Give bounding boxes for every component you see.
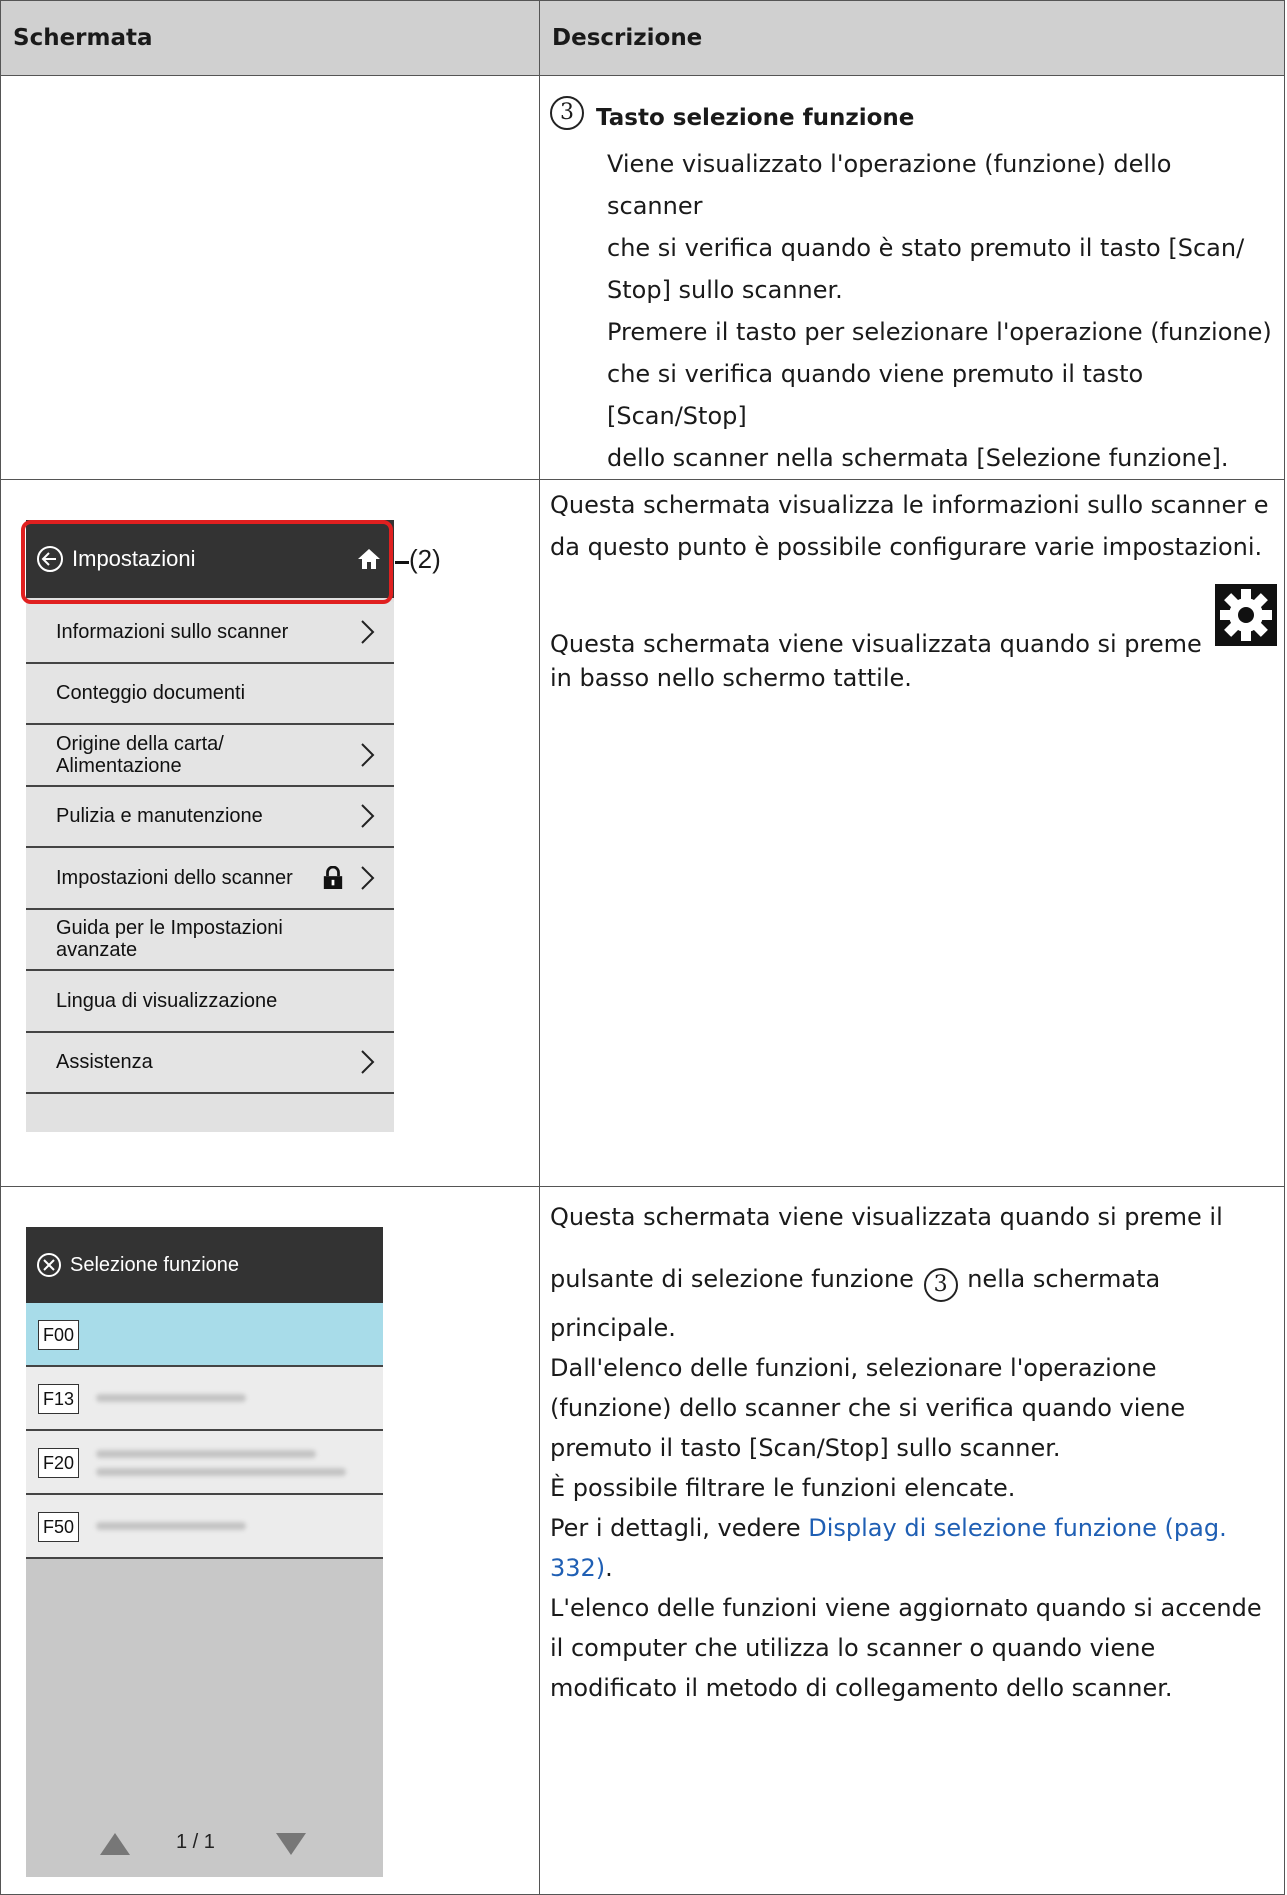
callout-label: (2) (409, 544, 441, 574)
text-line: Dall'elenco delle funzioni, selezionare … (550, 1354, 1157, 1382)
settings-menu-item[interactable]: Pulizia e manutenzione (26, 786, 394, 848)
circle-three-icon: 3 (550, 96, 584, 130)
function-selection-screen: Selezione funzione F00 F13 F20 F50 1 / 1 (26, 1227, 383, 1877)
settings-menu-item[interactable]: Guida per le Impostazioni avanzate (26, 909, 394, 971)
text-line: premuto il tasto [Scan/Stop] sullo scann… (550, 1434, 1061, 1462)
settings-menu-item[interactable]: Lingua di visualizzazione (26, 971, 394, 1033)
settings-menu-label: Informazioni sullo scanner (56, 620, 289, 643)
screen-cell-function-selection: Selezione funzione F00 F13 F20 F50 1 / 1 (0, 1186, 540, 1895)
text-line: Premere il tasto per selezionare l'opera… (607, 318, 1272, 346)
table-row: Selezione funzione F00 F13 F20 F50 1 / 1… (0, 1186, 1285, 1895)
text-line: Stop] sullo scanner. (607, 276, 843, 304)
chevron-right-icon (361, 1050, 375, 1074)
blurred-function-name (96, 1522, 246, 1530)
text-span: pulsante di selezione funzione (550, 1265, 914, 1293)
chevron-right-icon (361, 804, 375, 828)
function-header: Selezione funzione (26, 1227, 383, 1303)
settings-screen: Impostazioni Informazioni sullo scanner C… (26, 520, 394, 1132)
function-code: F50 (38, 1512, 80, 1542)
text-line: da questo punto è possibile configurare … (550, 533, 1263, 561)
text-span: Questa schermata viene visualizzata quan… (550, 630, 1202, 658)
close-icon[interactable] (36, 1252, 62, 1278)
chevron-right-icon (361, 743, 375, 767)
description-cell: Questa schermata visualizza le informazi… (539, 479, 1285, 1187)
settings-menu-label: Impostazioni dello scanner (56, 866, 293, 889)
settings-menu-item[interactable]: Conteggio documenti (26, 663, 394, 725)
column-header-description: Descrizione (539, 0, 1285, 76)
chevron-right-icon (361, 620, 375, 644)
settings-menu-label: Origine della carta/ Alimentazione (56, 732, 224, 777)
text-line: 332). (550, 1548, 1272, 1588)
page-down-icon[interactable] (274, 1831, 308, 1857)
page-up-icon[interactable] (98, 1831, 132, 1857)
function-selection-link-page[interactable]: 332) (550, 1554, 605, 1582)
screen-cell-settings: Impostazioni Informazioni sullo scanner C… (0, 479, 540, 1187)
text-line: dello scanner nella schermata [Selezione… (607, 444, 1229, 472)
text-span: nella schermata (967, 1265, 1161, 1293)
description-cell: Questa schermata viene visualizzata quan… (539, 1186, 1285, 1895)
text-line: principale. (550, 1314, 676, 1342)
text-span: . (605, 1554, 613, 1582)
function-item[interactable]: F13 (26, 1367, 383, 1431)
table-row: 3 Tasto selezione funzione Viene visuali… (0, 75, 1285, 480)
page-indicator: 1 / 1 (176, 1831, 215, 1853)
settings-menu-item[interactable]: Informazioni sullo scanner (26, 602, 394, 664)
callout-highlight (21, 520, 393, 604)
function-code: F13 (38, 1384, 80, 1414)
column-header-screen: Schermata (0, 0, 540, 76)
blurred-function-name (96, 1450, 316, 1458)
function-item[interactable]: F20 (26, 1431, 383, 1495)
callout-line (395, 561, 409, 564)
gear-icon (1215, 584, 1278, 646)
text-line: pulsante di selezione funzione 3 nella s… (550, 1259, 1272, 1302)
settings-menu-item[interactable]: Assistenza (26, 1032, 394, 1094)
text-line: che si verifica quando viene premuto il … (607, 360, 1144, 430)
text-line: (funzione) dello scanner che si verifica… (550, 1394, 1186, 1422)
text-line: modificato il metodo di collegamento del… (550, 1674, 1173, 1702)
settings-menu-item[interactable]: Impostazioni dello scanner (26, 848, 394, 910)
function-item[interactable]: F50 (26, 1495, 383, 1559)
text-line: Questa schermata visualizza le informazi… (550, 491, 1269, 519)
settings-menu-label: Pulizia e manutenzione (56, 805, 263, 828)
text-line: il computer che utilizza lo scanner o qu… (550, 1634, 1156, 1662)
settings-menu-label: Guida per le Impostazioni avanzate (56, 917, 283, 962)
circle-three-icon: 3 (923, 1268, 958, 1302)
chevron-right-icon (361, 866, 375, 890)
table-row: Impostazioni Informazioni sullo scanner C… (0, 479, 1285, 1187)
text-span: Per i dettagli, vedere (550, 1514, 801, 1542)
text-line: L'elenco delle funzioni viene aggiornato… (550, 1594, 1262, 1622)
function-code: F20 (38, 1448, 80, 1478)
settings-menu-item[interactable]: Origine della carta/ Alimentazione (26, 725, 394, 787)
text-line: che si verifica quando è stato premuto i… (607, 234, 1245, 262)
section-body: Viene visualizzato l'operazione (funzion… (550, 143, 1272, 479)
section-title-text: Tasto selezione funzione (596, 105, 915, 131)
text-line: Viene visualizzato l'operazione (funzion… (607, 150, 1172, 220)
document-table: Schermata Descrizione 3 Tasto selezione … (0, 0, 1285, 1895)
text-line: Questa schermata viene visualizzata quan… (550, 584, 1278, 665)
screen-cell-empty (0, 75, 540, 480)
text-line: Per i dettagli, vedere Display di selezi… (550, 1508, 1272, 1548)
description-cell: 3 Tasto selezione funzione Viene visuali… (539, 75, 1285, 480)
function-item[interactable]: F00 (26, 1303, 383, 1367)
function-code: F00 (38, 1320, 80, 1350)
section-title: 3 Tasto selezione funzione (550, 96, 1272, 139)
blurred-function-name (96, 1468, 346, 1476)
function-selection-link[interactable]: Display di selezione funzione (pag. (808, 1514, 1226, 1542)
settings-menu-label: Conteggio documenti (56, 682, 246, 705)
settings-menu-label: Lingua di visualizzazione (56, 989, 278, 1012)
settings-menu-label: Assistenza (56, 1051, 153, 1074)
blurred-function-name (96, 1394, 246, 1402)
lock-icon (323, 865, 343, 889)
function-title: Selezione funzione (70, 1253, 240, 1276)
text-line: È possibile filtrare le funzioni elencat… (550, 1474, 1016, 1502)
text-line: Questa schermata viene visualizzata quan… (550, 1203, 1223, 1231)
